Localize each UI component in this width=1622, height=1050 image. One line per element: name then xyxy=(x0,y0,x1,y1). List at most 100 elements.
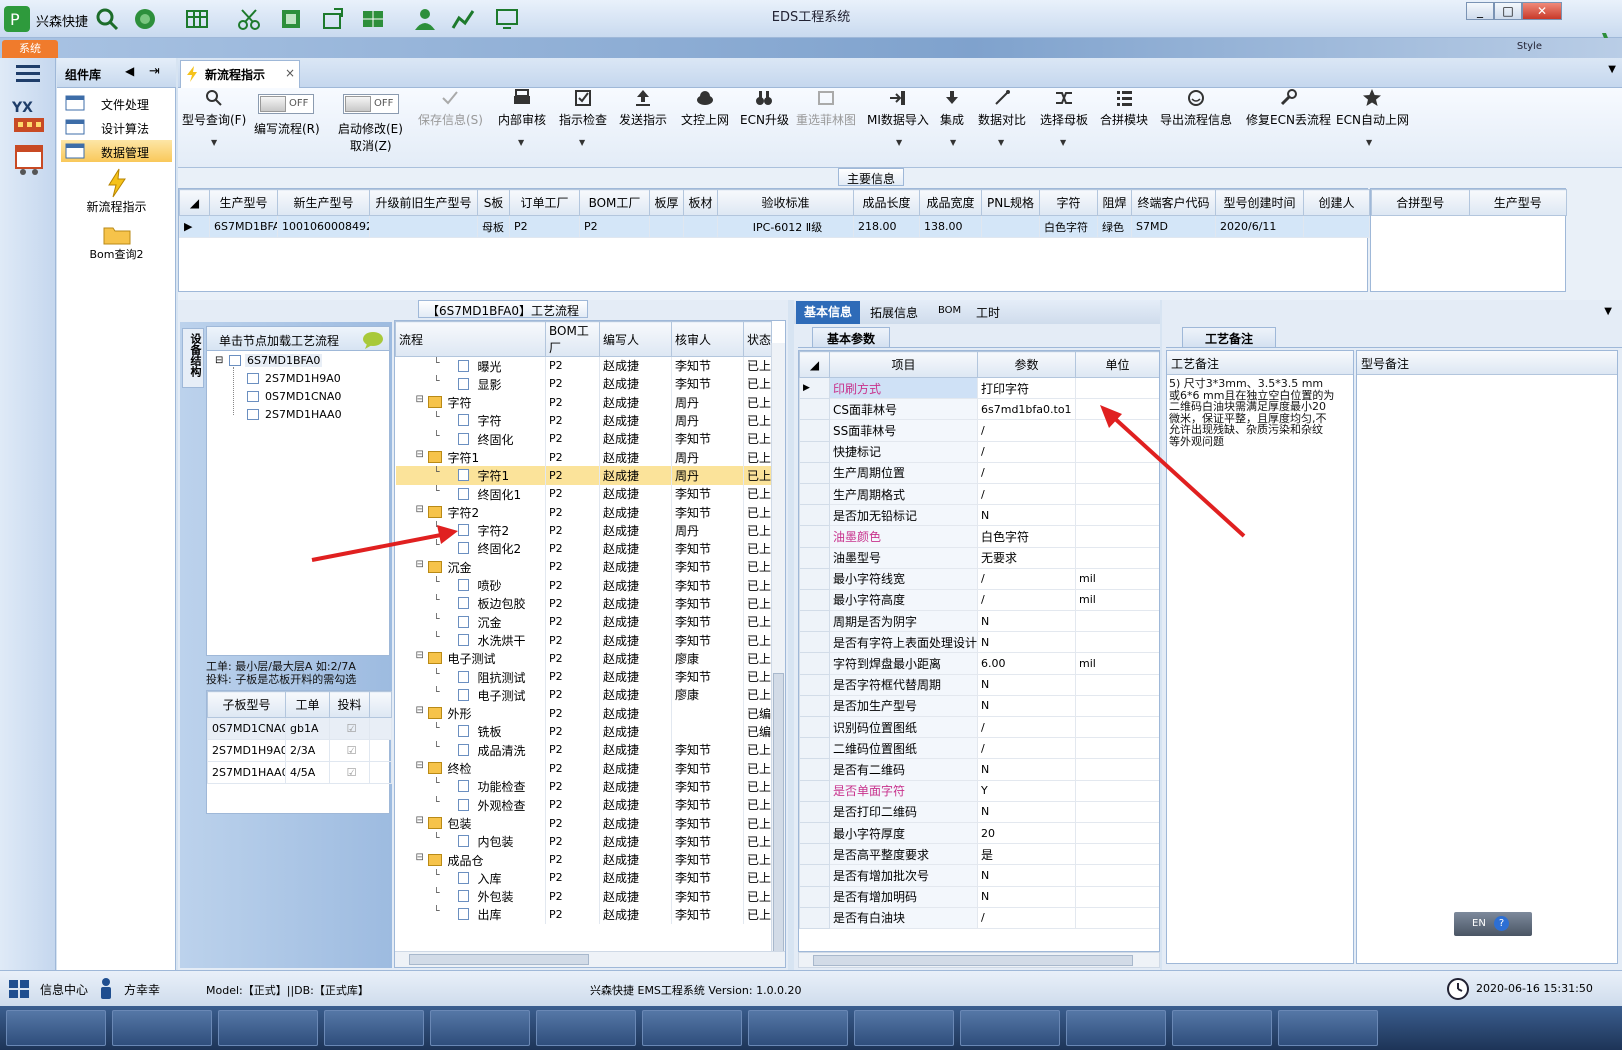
taskbar-app[interactable] xyxy=(536,1010,636,1046)
tree-expander-icon[interactable]: ⊟ xyxy=(416,852,424,863)
query-model-button[interactable]: 型号查询(F) xyxy=(182,88,246,128)
param-value[interactable]: N xyxy=(977,673,1076,696)
param-row[interactable]: 是否单面字符 Y xyxy=(799,779,1159,802)
table-icon[interactable] xyxy=(184,6,210,32)
param-value[interactable]: 20 xyxy=(977,821,1076,845)
col-header[interactable]: 新生产型号 xyxy=(277,189,370,216)
param-row[interactable]: 生产周期位置 / xyxy=(799,461,1159,484)
yx-factory-icon[interactable]: YX xyxy=(12,98,46,134)
param-horizontal-scrollbar[interactable] xyxy=(798,952,1160,968)
tab-extended-info[interactable]: 拓展信息 xyxy=(870,304,918,321)
param-value[interactable]: 6s7md1bfa0.to1 xyxy=(977,398,1076,421)
tab-list-dropdown-icon[interactable]: ▼ xyxy=(1608,64,1616,75)
tree-expander-icon[interactable]: ⊟ xyxy=(416,559,424,570)
help-icon[interactable]: ? xyxy=(1494,916,1509,931)
param-value[interactable]: N xyxy=(977,610,1076,633)
param-value[interactable]: / xyxy=(977,567,1076,590)
param-value[interactable]: 无要求 xyxy=(977,546,1076,569)
monitor-icon[interactable] xyxy=(494,6,520,32)
flow-row[interactable]: ⊟ 字符1 P2 赵成捷 周丹 已上 xyxy=(395,447,772,467)
tree-node[interactable]: 2S7MD1HAA0 xyxy=(265,408,342,421)
merge-module-button[interactable]: 合拼模块 xyxy=(1100,88,1148,128)
flow-vertical-scrollbar[interactable] xyxy=(771,343,785,967)
model-notes-box[interactable]: 型号备注 xyxy=(1356,350,1618,964)
flow-row[interactable]: ⊟ 成品仓 P2 赵成捷 李知节 已上 xyxy=(395,850,772,869)
export-flow-info-button[interactable]: 导出流程信息 xyxy=(1160,88,1232,128)
taskbar-app[interactable] xyxy=(748,1010,848,1046)
tree-expander-icon[interactable]: ⊟ xyxy=(416,760,424,771)
tree-expander-icon[interactable]: ⊟ xyxy=(416,705,424,716)
param-value[interactable]: / xyxy=(977,588,1076,612)
col-header[interactable]: 型号创建时间 xyxy=(1215,189,1304,216)
param-value[interactable]: 白色字符 xyxy=(977,525,1076,548)
param-value[interactable]: / xyxy=(977,906,1076,929)
col-header[interactable]: 订单工厂 xyxy=(509,189,580,216)
col-header[interactable]: 升级前旧生产型号 xyxy=(369,189,478,216)
col-header[interactable]: 终端客户代码 xyxy=(1131,189,1216,216)
param-item[interactable]: 最小字符线宽 xyxy=(829,567,978,590)
taskbar-app[interactable] xyxy=(1278,1010,1378,1046)
mi-data-import-button[interactable]: MI数据导入 xyxy=(867,88,929,128)
col-header[interactable]: 投料 xyxy=(329,691,370,718)
param-item[interactable]: SS面菲林号 xyxy=(829,419,978,442)
shortcut-bom[interactable]: Bom查询2 xyxy=(57,222,176,266)
reselect-film-button[interactable]: 重选菲林图 xyxy=(796,88,856,128)
param-value[interactable]: / xyxy=(977,715,1076,739)
param-value[interactable]: N xyxy=(977,864,1076,887)
flow-row[interactable]: └ 显影 P2 赵成捷 李知节 已上 xyxy=(395,374,772,394)
param-row[interactable]: 油墨型号 无要求 xyxy=(799,546,1159,569)
tree-expander-icon[interactable]: ⊟ xyxy=(416,394,424,405)
param-value[interactable]: 是 xyxy=(977,843,1076,866)
col-header[interactable]: 核审人 xyxy=(671,321,744,357)
start-modify-toggle[interactable]: OFF xyxy=(343,94,399,114)
param-item[interactable]: 周期是否为阴字 xyxy=(829,610,978,633)
taskbar-app[interactable] xyxy=(960,1010,1060,1046)
flow-row[interactable]: └ 外包装 P2 赵成捷 李知节 已上 xyxy=(395,887,772,906)
param-value[interactable]: N xyxy=(977,504,1076,527)
flow-row[interactable]: └ 沉金 P2 赵成捷 李知节 已上 xyxy=(395,612,772,631)
param-value[interactable]: / xyxy=(977,461,1076,484)
system-tab[interactable]: 系统 xyxy=(2,40,58,58)
param-value[interactable]: / xyxy=(977,419,1076,442)
close-tab-button[interactable]: × xyxy=(285,66,295,80)
param-item[interactable]: 是否打印二维码 xyxy=(829,800,978,823)
flow-row[interactable]: └ 功能检查 P2 赵成捷 李知节 已上 xyxy=(395,777,772,796)
flow-row[interactable]: ⊟ 电子测试 P2 赵成捷 廖康 已上 xyxy=(395,649,772,668)
comp-item-algorithm[interactable]: 设计算法 xyxy=(61,116,172,138)
flow-row[interactable]: └ 终固化 P2 赵成捷 李知节 已上 xyxy=(395,429,772,448)
tree-node[interactable]: 2S7MD1H9A0 xyxy=(265,372,341,385)
param-value[interactable]: / xyxy=(977,440,1076,463)
param-item[interactable]: 油墨型号 xyxy=(829,546,978,569)
taskbar-app[interactable] xyxy=(1172,1010,1272,1046)
tree-node[interactable]: 0S7MD1CNA0 xyxy=(265,390,341,403)
param-item[interactable]: 是否加生产型号 xyxy=(829,694,978,718)
flow-row[interactable]: └ 终固化1 P2 赵成捷 李知节 已上 xyxy=(395,484,772,503)
comp-item-file[interactable]: 文件处理 xyxy=(61,92,172,114)
tab-process-notes[interactable]: 工艺备注 xyxy=(1182,327,1277,348)
param-row[interactable]: 周期是否为阴字 N xyxy=(799,610,1159,633)
param-item[interactable]: 是否高平整度要求 xyxy=(829,843,978,866)
flow-row[interactable]: └ 铣板 P2 赵成捷 已编 xyxy=(395,722,772,741)
chart-icon[interactable] xyxy=(450,6,476,32)
col-header[interactable]: 生产型号 xyxy=(1468,189,1567,216)
comment-icon[interactable] xyxy=(361,330,385,350)
flow-row[interactable]: ⊟ 字符2 P2 赵成捷 李知节 已上 xyxy=(395,502,772,522)
edit-flow-toggle[interactable]: OFF xyxy=(258,94,314,114)
param-row[interactable]: CS面菲林号 6s7md1bfa0.to1 xyxy=(799,398,1159,421)
instruction-check-button[interactable]: 指示检查 xyxy=(559,88,607,128)
film-icon[interactable] xyxy=(278,6,304,32)
flow-row[interactable]: └ 水洗烘干 P2 赵成捷 李知节 已上 xyxy=(395,630,772,650)
param-item[interactable]: 是否有二维码 xyxy=(829,758,978,781)
col-header[interactable]: 编写人 xyxy=(599,321,672,357)
col-header[interactable]: 工单 xyxy=(285,691,330,718)
param-value[interactable]: N xyxy=(977,885,1076,908)
param-row[interactable]: 是否有增加明码 N xyxy=(799,885,1159,908)
save-info-button[interactable]: 保存信息(S) xyxy=(418,88,483,128)
col-header[interactable]: 状态 xyxy=(743,321,772,357)
param-row[interactable]: 最小字符厚度 20 xyxy=(799,821,1159,845)
col-header[interactable]: PNL规格 xyxy=(981,189,1040,216)
flow-row[interactable]: └ 板边包胶 P2 赵成捷 李知节 已上 xyxy=(395,594,772,613)
ime-indicator[interactable]: EN ? xyxy=(1454,912,1532,936)
feed-checkbox[interactable]: ☑ xyxy=(329,761,370,784)
internal-review-button[interactable]: 内部审核 xyxy=(498,88,546,128)
